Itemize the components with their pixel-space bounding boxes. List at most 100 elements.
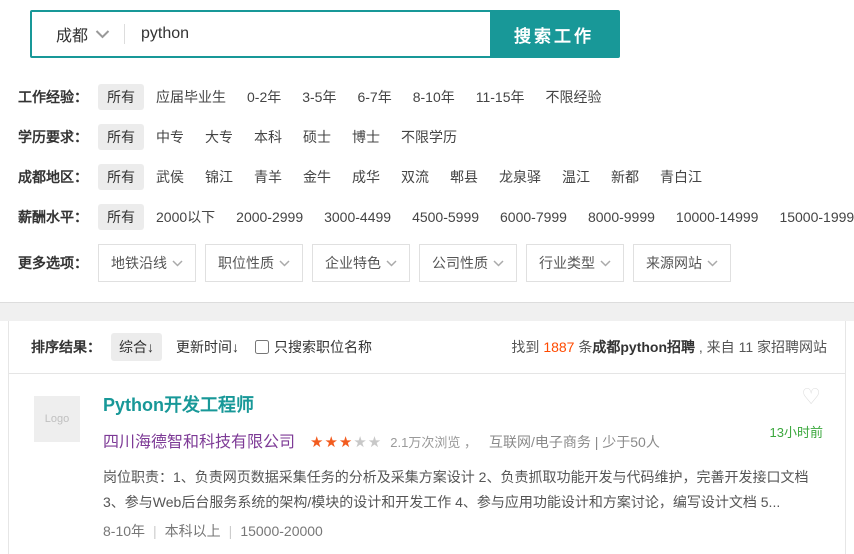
filter-option[interactable]: 博士 <box>352 127 380 147</box>
title-only-filter[interactable]: 只搜索职位名称 <box>255 337 372 357</box>
dropdown-metro-lines[interactable]: 地铁沿线 <box>98 244 196 282</box>
filter-option[interactable]: 2000以下 <box>156 207 215 227</box>
filter-option[interactable]: 2000-2999 <box>236 209 303 225</box>
industry-and-size: 互联网/电子商务 | 少于50人 <box>489 432 660 452</box>
filter-option[interactable]: 本科 <box>254 127 282 147</box>
filter-option[interactable]: 龙泉驿 <box>499 167 541 187</box>
filter-option[interactable]: 6-7年 <box>357 87 391 107</box>
filter-option[interactable]: 3-5年 <box>302 87 336 107</box>
result-keyword: 成都python招聘 <box>592 339 695 355</box>
dropdown-job-nature[interactable]: 职位性质 <box>205 244 303 282</box>
result-mid: 条 <box>574 339 592 355</box>
dropdown-company-feature[interactable]: 企业特色 <box>312 244 410 282</box>
filter-row-salary: 薪酬水平： 所有 2000以下 2000-2999 3000-4499 4500… <box>18 204 854 230</box>
dropdown-label: 公司性质 <box>432 253 488 273</box>
filter-option[interactable]: 8000-9999 <box>588 209 655 225</box>
job-title-link[interactable]: Python开发工程师 <box>103 391 825 417</box>
tag-divider: | <box>153 523 157 539</box>
search-input[interactable] <box>125 12 490 56</box>
dropdown-label: 地铁沿线 <box>111 253 167 273</box>
filter-option[interactable]: 金牛 <box>303 167 331 187</box>
filter-option[interactable]: 锦江 <box>205 167 233 187</box>
filter-option[interactable]: 应届毕业生 <box>156 87 226 107</box>
filter-option[interactable]: 中专 <box>156 127 184 147</box>
chevron-down-icon <box>95 30 110 39</box>
search-jobs-button[interactable]: 搜索工作 <box>490 12 618 56</box>
result-count: 1887 <box>543 339 574 355</box>
sort-bar: 排序结果： 综合↓ 更新时间↓ 只搜索职位名称 找到 1887 条成都pytho… <box>9 321 845 374</box>
filter-option[interactable]: 10000-14999 <box>676 209 759 225</box>
filter-option[interactable]: 8-10年 <box>413 87 455 107</box>
sort-by-comprehensive[interactable]: 综合↓ <box>111 333 162 361</box>
job-search-bar: 成都 搜索工作 <box>30 10 620 58</box>
filter-option[interactable]: 11-15年 <box>476 87 525 107</box>
filter-option[interactable]: 大专 <box>205 127 233 147</box>
filter-option[interactable]: 硕士 <box>303 127 331 147</box>
city-select[interactable]: 成都 <box>32 12 124 56</box>
filter-option[interactable]: 双流 <box>401 167 429 187</box>
dropdown-label: 来源网站 <box>646 253 702 273</box>
filter-option-selected[interactable]: 所有 <box>98 164 144 190</box>
company-logo: Logo <box>34 396 80 442</box>
dropdown-label: 企业特色 <box>325 253 381 273</box>
filter-option-selected[interactable]: 所有 <box>98 84 144 110</box>
filter-section: 工作经验： 所有 应届毕业生 0-2年 3-5年 6-7年 8-10年 11-1… <box>18 84 854 282</box>
sort-down-arrow-icon: ↓ <box>232 339 239 355</box>
filter-option[interactable]: 青白江 <box>660 167 702 187</box>
dropdown-industry-type[interactable]: 行业类型 <box>526 244 624 282</box>
filter-option[interactable]: 温江 <box>562 167 590 187</box>
chevron-down-icon <box>172 260 183 267</box>
filter-option[interactable]: 不限学历 <box>401 127 457 147</box>
sort-option-label: 综合 <box>119 339 147 355</box>
tag-salary: 15000-20000 <box>240 523 323 539</box>
filter-option[interactable]: 6000-7999 <box>500 209 567 225</box>
chevron-down-icon <box>707 260 718 267</box>
filter-row-district: 成都地区： 所有 武侯 锦江 青羊 金牛 成华 双流 郫县 龙泉驿 温江 新都 … <box>18 164 854 190</box>
sort-by-update-time[interactable]: 更新时间↓ <box>176 337 239 357</box>
filter-option[interactable]: 青羊 <box>254 167 282 187</box>
result-suffix: , 来自 11 家招聘网站 <box>695 339 827 355</box>
title-only-label: 只搜索职位名称 <box>274 337 372 357</box>
view-count: 2.1万次浏览 ， <box>390 432 477 451</box>
sort-down-arrow-icon: ↓ <box>147 339 154 355</box>
title-only-checkbox[interactable] <box>255 340 269 354</box>
dropdown-source-site[interactable]: 来源网站 <box>633 244 731 282</box>
filter-option-selected[interactable]: 所有 <box>98 204 144 230</box>
filter-option[interactable]: 3000-4499 <box>324 209 391 225</box>
filter-label: 工作经验： <box>18 87 88 107</box>
tag-education: 本科以上 <box>165 523 221 539</box>
more-options-label: 更多选项： <box>18 253 88 273</box>
filter-option[interactable]: 不限经验 <box>546 87 602 107</box>
favorite-heart-icon[interactable]: ♡ <box>801 386 821 408</box>
filter-option-selected[interactable]: 所有 <box>98 124 144 150</box>
filter-option[interactable]: 新都 <box>611 167 639 187</box>
filter-option[interactable]: 0-2年 <box>247 87 281 107</box>
sort-option-label: 更新时间 <box>176 339 232 355</box>
filter-option[interactable]: 成华 <box>352 167 380 187</box>
job-listing: Logo Python开发工程师 四川海德智和科技有限公司 ★★★★★ 2.1万… <box>9 374 845 554</box>
chevron-down-icon <box>600 260 611 267</box>
dropdown-company-type[interactable]: 公司性质 <box>419 244 517 282</box>
filter-label: 薪酬水平： <box>18 207 88 227</box>
dropdown-label: 职位性质 <box>218 253 274 273</box>
filter-option[interactable]: 4500-5999 <box>412 209 479 225</box>
filter-label: 学历要求： <box>18 127 88 147</box>
results-panel: 排序结果： 综合↓ 更新时间↓ 只搜索职位名称 找到 1887 条成都pytho… <box>8 321 846 554</box>
company-link[interactable]: 四川海德智和科技有限公司 <box>103 428 295 452</box>
filter-option[interactable]: 郫县 <box>450 167 478 187</box>
filter-option[interactable]: 15000-19999 <box>779 209 854 225</box>
company-row: 四川海德智和科技有限公司 ★★★★★ 2.1万次浏览 ， 互联网/电子商务 | … <box>103 428 825 452</box>
job-description: 岗位职责：1、负责网页数据采集任务的分析及采集方案设计 2、负责抓取功能开发与代… <box>103 465 825 514</box>
filter-option[interactable]: 武侯 <box>156 167 184 187</box>
chevron-down-icon <box>279 260 290 267</box>
section-separator <box>0 302 854 321</box>
job-tags: 8-10年|本科以上|15000-20000 <box>103 521 825 541</box>
sort-label: 排序结果： <box>31 337 101 357</box>
job-main: Python开发工程师 四川海德智和科技有限公司 ★★★★★ 2.1万次浏览 ，… <box>103 391 825 541</box>
more-options-row: 更多选项： 地铁沿线 职位性质 企业特色 公司性质 行业类型 来源网站 <box>18 244 854 282</box>
chevron-down-icon <box>493 260 504 267</box>
posted-time: 13小时前 <box>770 422 823 441</box>
result-summary: 找到 1887 条成都python招聘 , 来自 11 家招聘网站 <box>511 337 827 357</box>
tag-experience: 8-10年 <box>103 523 145 539</box>
stars-empty: ★★ <box>353 434 382 451</box>
